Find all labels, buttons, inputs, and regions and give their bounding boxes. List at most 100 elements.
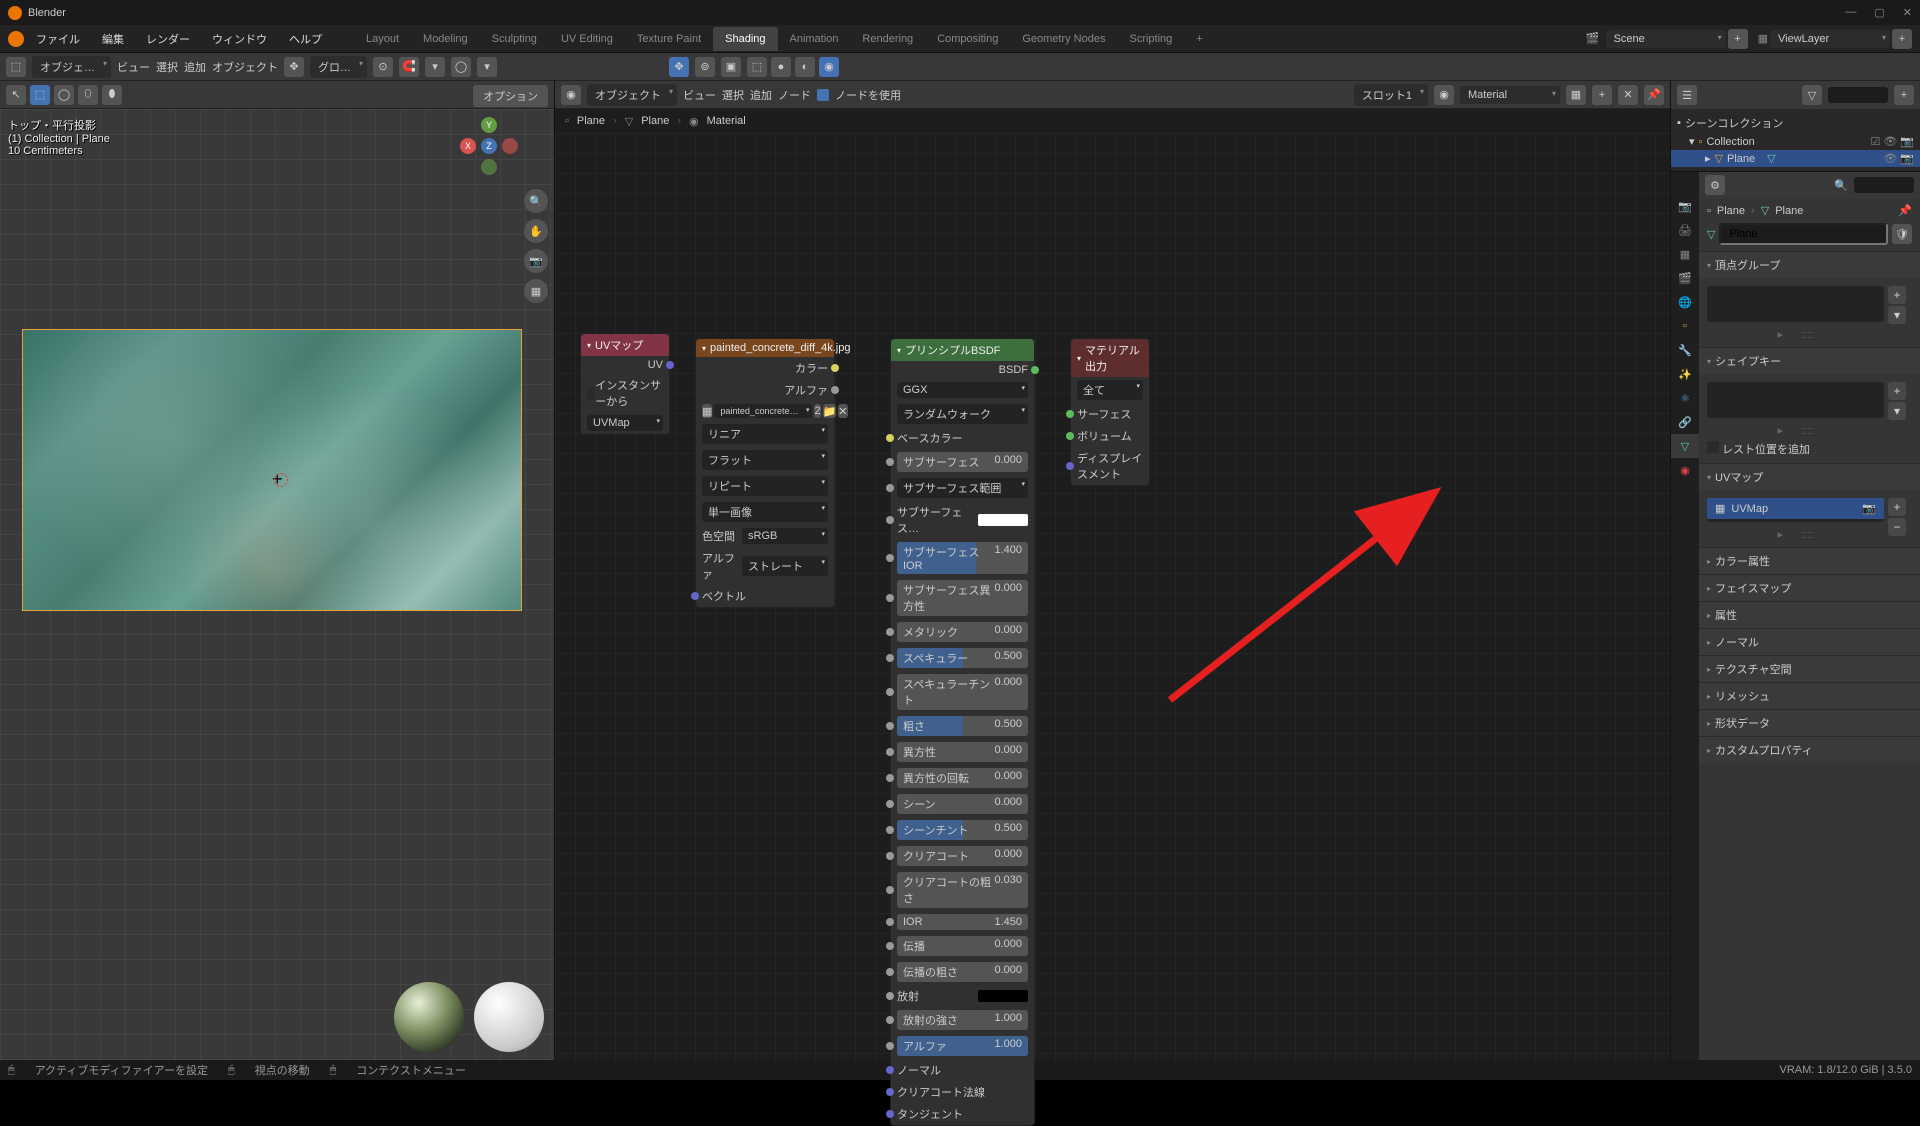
socket-basecolor[interactable]: ベースカラー [891, 427, 1034, 449]
shape-keys-header[interactable]: シェイプキー [1699, 348, 1920, 374]
bsdf-param[interactable]: クリアコート0.000 [891, 843, 1034, 869]
node-output-title[interactable]: マテリアル出力 [1071, 339, 1149, 377]
node-tex-title[interactable]: painted_concrete_diff_4k.jpg [696, 339, 834, 357]
tab-geonodes[interactable]: Geometry Nodes [1010, 27, 1117, 51]
socket-volume[interactable]: ボリューム [1071, 425, 1149, 447]
props-tab-world[interactable]: 🌐 [1671, 290, 1699, 314]
node-menu-view[interactable]: ビュー [683, 87, 716, 103]
sss-method-select[interactable]: ランダムウォーク [897, 404, 1028, 424]
props-tab-modifiers[interactable]: 🔧 [1671, 338, 1699, 362]
pin-icon[interactable]: 📌 [1644, 85, 1664, 105]
nav-gizmo[interactable]: Y X Z [460, 117, 518, 175]
xray-toggle[interactable]: ▣ [721, 57, 741, 77]
bsdf-param[interactable]: サブサーフェス異方性0.000 [891, 577, 1034, 619]
tab-add[interactable]: + [1184, 27, 1214, 51]
alpha-select[interactable]: ストレート [742, 556, 828, 576]
plane-row[interactable]: ▸ ▽ Plane ▽ 👁📷 [1671, 150, 1920, 167]
props-tab-render[interactable]: 📷 [1671, 194, 1699, 218]
vertex-groups-header[interactable]: 頂点グループ [1699, 252, 1920, 278]
distribution-select[interactable]: GGX [897, 382, 1028, 398]
vg-add-button[interactable]: + [1888, 286, 1906, 304]
pin-icon[interactable]: 📌 [1898, 204, 1912, 217]
material-browser-icon[interactable]: ▦ [1566, 85, 1586, 105]
tab-shading[interactable]: Shading [713, 27, 777, 51]
image-name[interactable]: painted_concrete… [714, 404, 812, 418]
rest-pos-checkbox[interactable] [1707, 441, 1719, 453]
socket-clearcoat-normal[interactable]: クリアコート法線 [891, 1081, 1034, 1103]
scene-field[interactable]: Scene [1606, 30, 1726, 48]
props-search[interactable] [1854, 177, 1914, 193]
props-tab-constraints[interactable]: 🔗 [1671, 410, 1699, 434]
image-open-icon[interactable]: 📁 [823, 404, 837, 418]
material-new-icon[interactable]: + [1592, 85, 1612, 105]
uvmap-item[interactable]: ▦ UVMap 📷 [1707, 498, 1884, 519]
socket-surface[interactable]: サーフェス [1071, 403, 1149, 425]
zoom-icon[interactable]: 🔍 [524, 189, 548, 213]
bsdf-param[interactable]: 異方性の回転0.000 [891, 765, 1034, 791]
minimize-icon[interactable]: — [1845, 6, 1856, 19]
axis-z[interactable]: Z [481, 138, 497, 154]
outliner-new-collection[interactable]: + [1894, 85, 1914, 105]
bsdf-param[interactable]: シーンチント0.500 [891, 817, 1034, 843]
node-image-texture[interactable]: painted_concrete_diff_4k.jpg カラー アルファ ▦ … [695, 338, 835, 608]
node-bsdf-title[interactable]: プリンシプルBSDF [891, 339, 1034, 361]
select-circle-icon[interactable]: ◯ [54, 85, 74, 105]
socket-tangent[interactable]: タンジェント [891, 1103, 1034, 1125]
snap-target-icon[interactable]: ▾ [425, 57, 445, 77]
props-tab-scene[interactable]: 🎬 [1671, 266, 1699, 290]
mesh-data-icon[interactable]: ▽ [1767, 152, 1775, 165]
pan-icon[interactable]: ✋ [524, 219, 548, 243]
axis-x[interactable]: X [460, 138, 476, 154]
tab-layout[interactable]: Layout [354, 27, 411, 51]
material-unlink-icon[interactable]: ✕ [1618, 85, 1638, 105]
attributes-header[interactable]: 属性 [1699, 602, 1920, 628]
bc-mesh[interactable]: Plane [1775, 205, 1803, 217]
chevron-down-icon[interactable]: ▾ [1689, 135, 1695, 148]
socket-uv-out[interactable]: UV [581, 356, 669, 374]
tab-rendering[interactable]: Rendering [850, 27, 925, 51]
shader-type-select[interactable]: オブジェクト [587, 84, 677, 106]
props-tab-particles[interactable]: ✨ [1671, 362, 1699, 386]
menu-render[interactable]: レンダー [136, 27, 200, 51]
outliner-filter-icon[interactable]: ▽ [1802, 85, 1822, 105]
tab-uv[interactable]: UV Editing [549, 27, 625, 51]
proportional-icon[interactable]: ◯ [451, 57, 471, 77]
shading-wireframe[interactable]: ⬚ [747, 57, 767, 77]
face-maps-header[interactable]: フェイスマップ [1699, 575, 1920, 601]
bsdf-param[interactable]: IOR1.450 [891, 911, 1034, 933]
image-users-icon[interactable]: 2 [814, 404, 820, 418]
tab-modeling[interactable]: Modeling [411, 27, 480, 51]
shape-keys-list[interactable]: + ▾ [1707, 382, 1884, 418]
render-icon[interactable]: 📷 [1900, 152, 1914, 165]
3d-viewport[interactable]: ↖ ⬚ ◯ ⬯ ⬮ オプション トップ・平行投影 (1) Collection … [0, 81, 555, 1060]
uv-remove-button[interactable]: − [1888, 518, 1906, 536]
props-tab-viewlayer[interactable]: ▦ [1671, 242, 1699, 266]
tab-scripting[interactable]: Scripting [1117, 27, 1184, 51]
camera-icon[interactable]: 📷 [524, 249, 548, 273]
axis-y[interactable]: Y [481, 117, 497, 133]
scene-new-button[interactable]: + [1728, 29, 1748, 49]
outliner[interactable]: ☰ ▽ + ▪ シーンコレクション ▾ ▫ Collection ☑👁📷 [1671, 81, 1920, 172]
bsdf-param[interactable]: 異方性0.000 [891, 739, 1034, 765]
editor-type-icon[interactable]: ⬚ [6, 57, 26, 77]
select-tweak-icon[interactable]: ⬮ [102, 85, 122, 105]
props-tab-physics[interactable]: ⚛ [1671, 386, 1699, 410]
material-preview-sphere[interactable] [474, 982, 544, 1052]
chevron-right-icon[interactable]: ▸ [1705, 152, 1711, 165]
socket-normal[interactable]: ノーマル [891, 1059, 1034, 1081]
bsdf-param[interactable]: クリアコートの粗さ0.030 [891, 869, 1034, 911]
drag-handle[interactable]: ▸ :::: [1699, 326, 1892, 343]
bsdf-param[interactable]: メタリック0.000 [891, 619, 1034, 645]
bsdf-param[interactable]: 伝播0.000 [891, 933, 1034, 959]
bsdf-param[interactable]: シーン0.000 [891, 791, 1034, 817]
socket-vector-in[interactable]: ベクトル [696, 585, 834, 607]
eye-icon[interactable]: 👁 [1883, 135, 1897, 148]
menu-object[interactable]: オブジェクト [212, 59, 278, 75]
geo-data-header[interactable]: 形状データ [1699, 710, 1920, 736]
axis-neg-x[interactable] [502, 138, 518, 154]
instancer-checkbox[interactable] [587, 387, 595, 399]
hdri-preview-sphere[interactable] [394, 982, 464, 1052]
bc-material[interactable]: Material [707, 115, 746, 127]
node-menu-select[interactable]: 選択 [722, 87, 744, 103]
blender-logo-icon[interactable] [8, 31, 24, 47]
